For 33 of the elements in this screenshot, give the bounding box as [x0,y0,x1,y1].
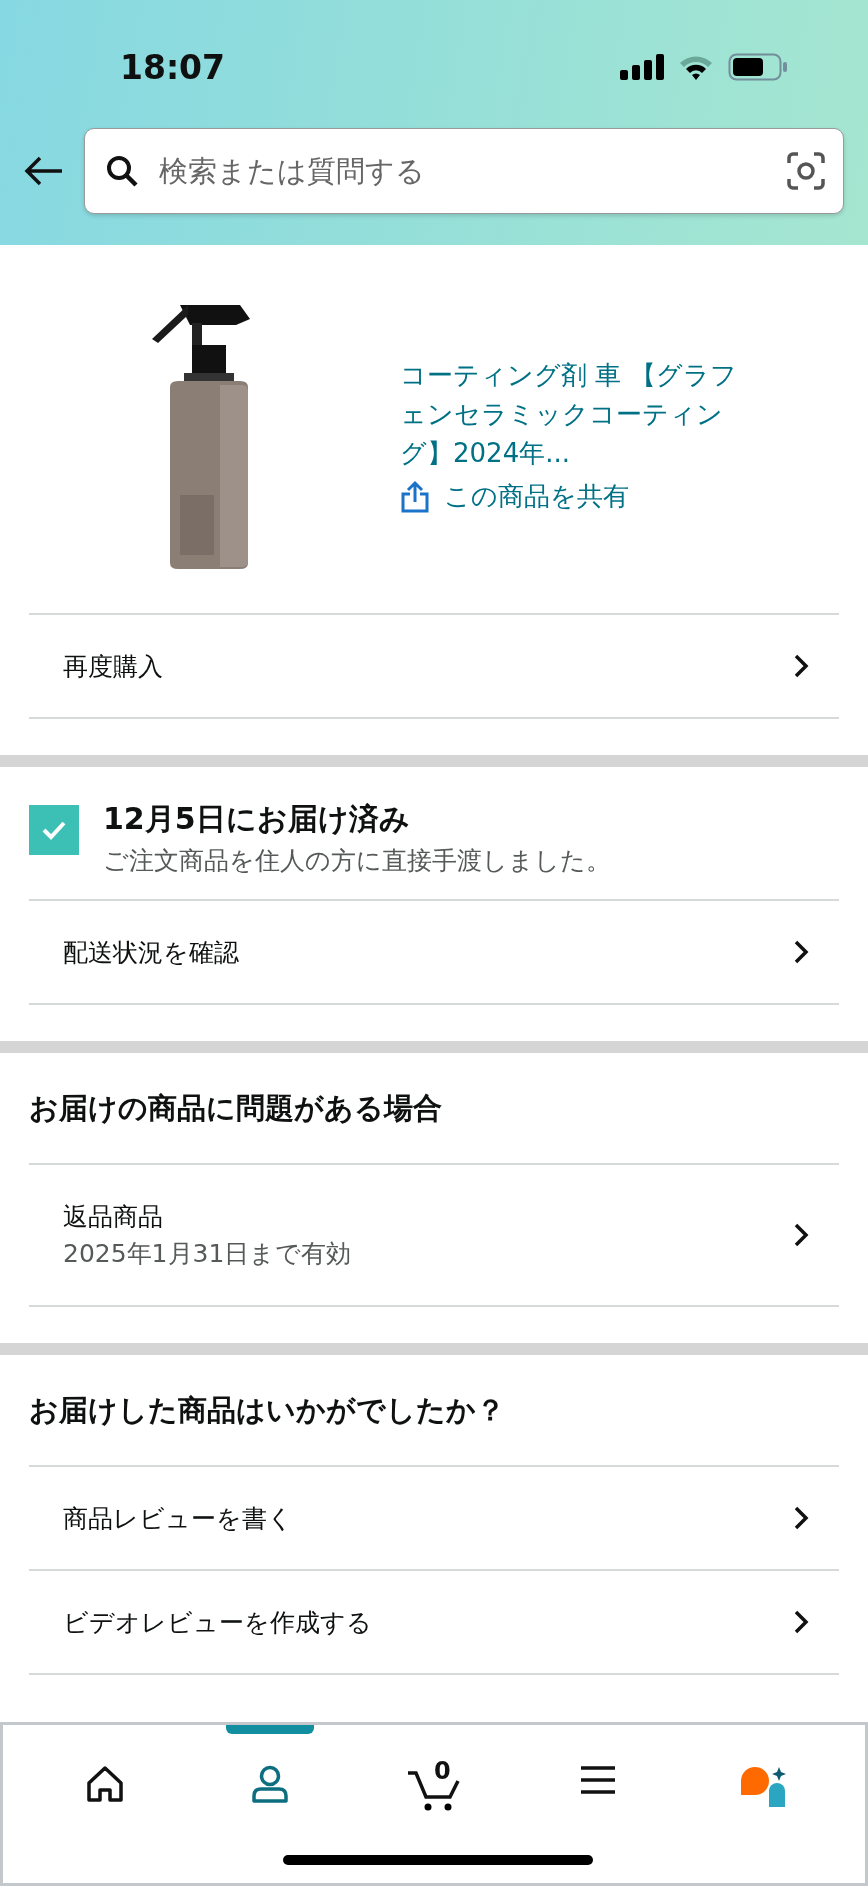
delivery-detail: ご注文商品を住人の方に直接手渡しました。 [103,845,611,877]
chevron-icon [793,1609,809,1635]
home-icon [86,1765,125,1803]
chevron-icon [793,653,809,679]
section-heading: お届けの商品に問題がある場合 [29,1090,443,1127]
checkmark-icon [40,819,68,841]
chevron-icon [793,1222,809,1248]
signal-icon [620,54,664,80]
wifi-icon [678,54,714,80]
status-time: 18:07 [120,46,226,87]
share-link[interactable]: この商品を共有 [400,479,762,514]
option-row[interactable]: 商品レビューを書く [29,1465,839,1569]
section-heading: お届けした商品はいかがでしたか？ [29,1392,506,1429]
chat-bubbles-icon [738,1765,787,1809]
person-icon [250,1765,289,1805]
share-icon [400,479,430,514]
cart-count: 0 [434,1757,451,1785]
menu-icon [579,1765,618,1795]
option-row[interactable]: 返品商品 2025年1月31日まで有効 [29,1163,839,1305]
search-bar[interactable]: 検索または質問する [84,128,844,214]
search-icon [105,154,139,188]
buy-again-row[interactable]: 再度購入 [29,613,839,717]
track-package-row[interactable]: 配送状況を確認 [29,899,839,1003]
option-row[interactable]: ビデオレビューを作成する [29,1569,839,1673]
delivery-status: 12月5日にお届け済み [103,800,411,838]
search-field[interactable]: 検索または質問する [157,153,769,189]
camera-icon[interactable] [787,152,825,190]
chevron-icon [793,939,809,965]
cart-tab[interactable]: 0 [351,1725,517,1835]
chevron-icon [793,1505,809,1531]
battery-icon [728,53,788,81]
product-title-link[interactable]: コーティング剤 車 【グラフェンセラミックコーティング】2024年... [400,356,762,473]
back-arrow-icon[interactable] [24,155,64,187]
